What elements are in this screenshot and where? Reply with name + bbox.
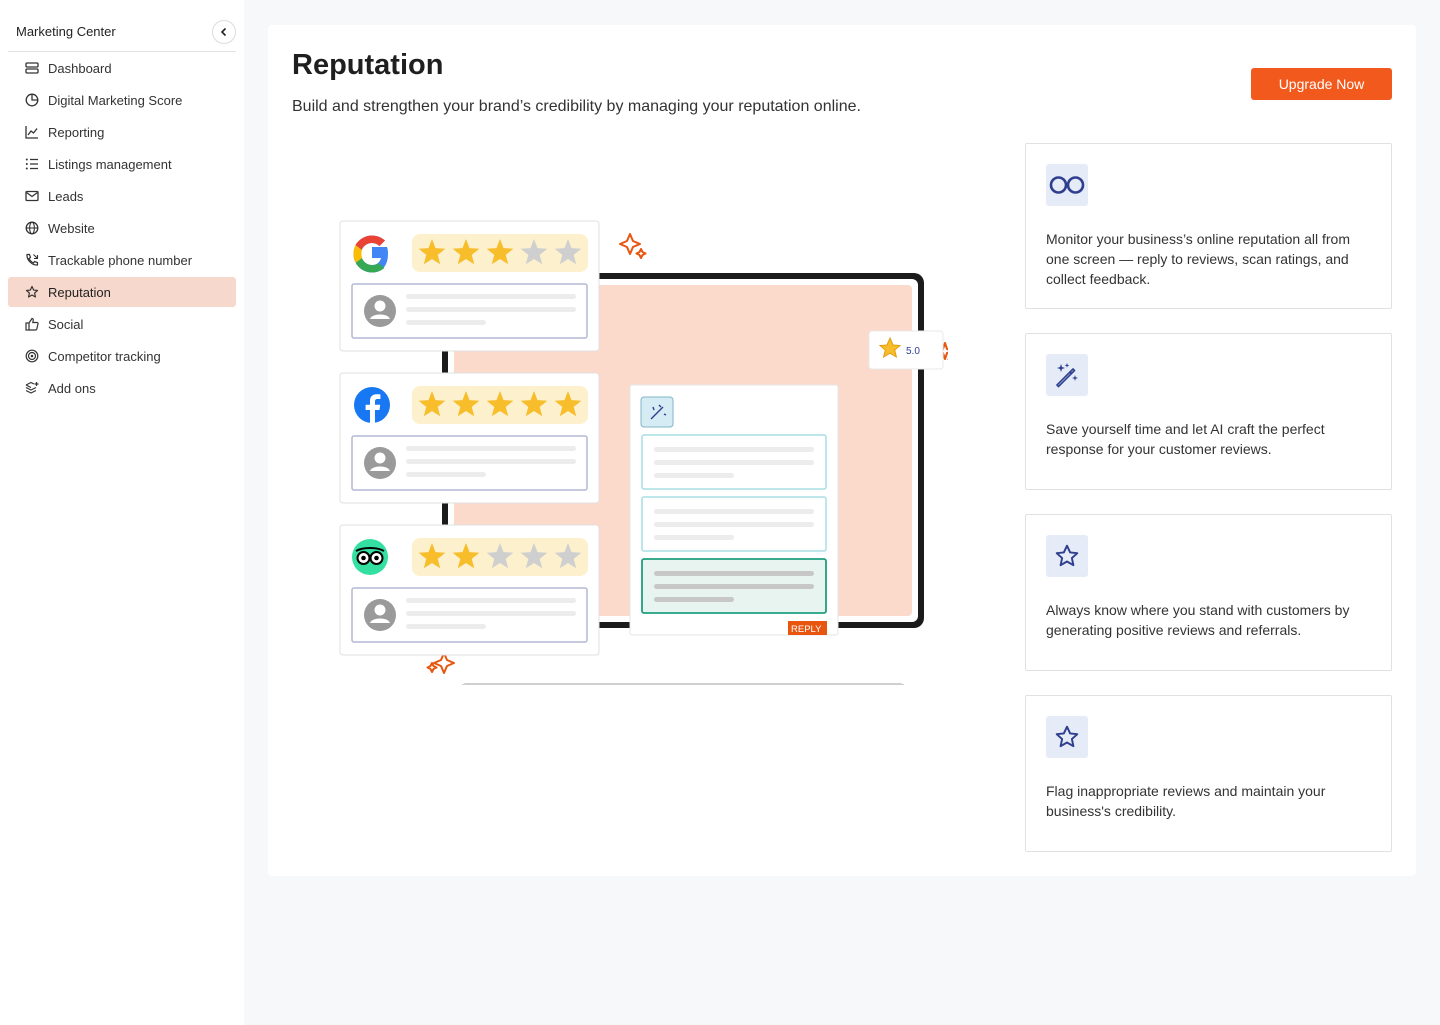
sidebar-item-dashboard[interactable]: Dashboard <box>8 53 236 83</box>
sidebar-item-label: Add ons <box>48 380 96 396</box>
mail-icon <box>24 188 40 204</box>
dashboard-icon <box>24 60 40 76</box>
sidebar-item-label: Website <box>48 220 95 236</box>
page-title: Reputation <box>292 49 444 81</box>
illustration-graphic: 5.0 REPLY <box>339 220 959 692</box>
sidebar-item-label: Competitor tracking <box>48 348 161 364</box>
sidebar-item-leads[interactable]: Leads <box>8 181 236 211</box>
sidebar-item-label: Social <box>48 316 84 332</box>
sidebar-item-label: Dashboard <box>48 60 112 76</box>
sidebar: Marketing Center Dashboard Digital Marke… <box>0 0 244 1025</box>
star-icon <box>1046 535 1088 577</box>
main-content: Reputation Build and strengthen your bra… <box>268 25 1416 876</box>
sidebar-item-label: Listings management <box>48 156 172 172</box>
sidebar-item-label: Digital Marketing Score <box>48 92 183 108</box>
upgrade-now-button[interactable]: Upgrade Now <box>1251 68 1392 100</box>
reputation-illustration: 5.0 REPLY <box>308 185 959 692</box>
star-icon <box>1046 716 1088 758</box>
collapse-sidebar-button[interactable] <box>212 19 236 44</box>
feature-text: Save yourself time and let AI craft the … <box>1046 421 1325 457</box>
sidebar-item-website[interactable]: Website <box>8 213 236 243</box>
feature-text: Always know where you stand with custome… <box>1046 602 1350 638</box>
sidebar-item-competitor-tracking[interactable]: Competitor tracking <box>8 341 236 371</box>
magic-wand-icon <box>640 396 674 428</box>
sidebar-item-digital-marketing-score[interactable]: Digital Marketing Score <box>8 85 236 115</box>
sidebar-nav: Dashboard Digital Marketing Score Report… <box>8 53 236 405</box>
feature-text: Flag inappropriate reviews and maintain … <box>1046 783 1326 819</box>
sidebar-item-listings-management[interactable]: Listings management <box>8 149 236 179</box>
thumbs-up-icon <box>24 316 40 332</box>
star-icon <box>24 284 40 300</box>
sidebar-item-social[interactable]: Social <box>8 309 236 339</box>
sidebar-item-reputation[interactable]: Reputation <box>8 277 236 307</box>
list-icon <box>24 156 40 172</box>
rating-badge-value: 5.0 <box>906 346 920 357</box>
pie-chart-icon <box>24 92 40 108</box>
magic-wand-icon <box>1046 354 1088 396</box>
sidebar-header: Marketing Center <box>8 12 236 52</box>
layers-plus-icon <box>24 380 40 396</box>
reply-tag-label: REPLY <box>791 624 822 635</box>
feature-card-positive-reviews: Always know where you stand with custome… <box>1025 514 1392 671</box>
sidebar-item-label: Leads <box>48 188 84 204</box>
sidebar-item-reporting[interactable]: Reporting <box>8 117 236 147</box>
globe-icon <box>24 220 40 236</box>
phone-icon <box>24 252 40 268</box>
sidebar-item-label: Reputation <box>48 284 111 300</box>
sidebar-item-trackable-phone-number[interactable]: Trackable phone number <box>8 245 236 275</box>
sidebar-item-label: Trackable phone number <box>48 252 193 268</box>
infinity-icon <box>1046 164 1088 206</box>
target-icon <box>24 348 40 364</box>
feature-card-ai-response: Save yourself time and let AI craft the … <box>1025 333 1392 490</box>
sidebar-item-label: Reporting <box>48 124 105 140</box>
feature-card-flag-reviews: Flag inappropriate reviews and maintain … <box>1025 695 1392 852</box>
chevron-left-icon <box>220 27 227 36</box>
sidebar-item-add-ons[interactable]: Add ons <box>8 373 236 403</box>
tripadvisor-logo-icon <box>352 539 388 575</box>
page-subtitle: Build and strengthen your brand’s credib… <box>292 98 861 115</box>
line-chart-icon <box>24 124 40 140</box>
feature-card-monitor: Monitor your business’s online reputatio… <box>1025 143 1392 309</box>
facebook-logo-icon <box>354 387 390 423</box>
sidebar-title: Marketing Center <box>16 24 116 39</box>
feature-text: Monitor your business’s online reputatio… <box>1046 231 1351 287</box>
